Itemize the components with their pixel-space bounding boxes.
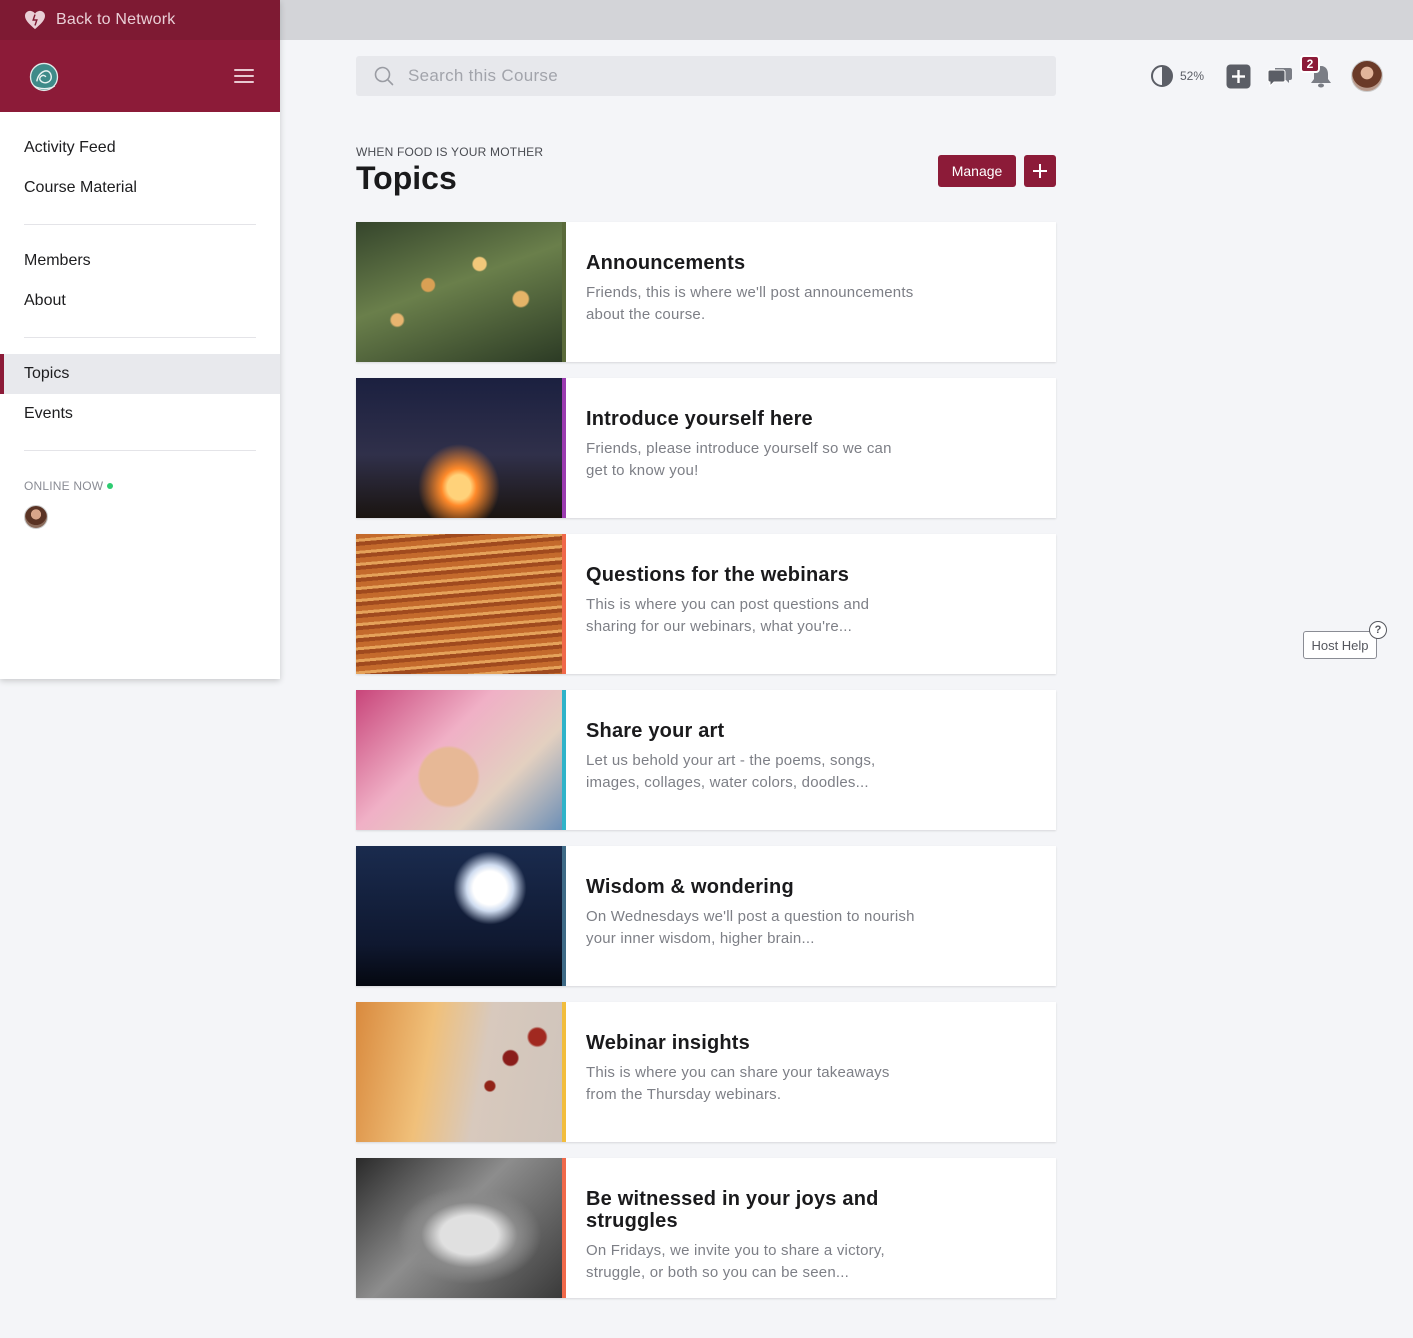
- topic-thumbnail[interactable]: [356, 1002, 566, 1142]
- sidebar-nav: Activity Feed Course Material Members Ab…: [0, 112, 280, 451]
- create-button[interactable]: [1226, 64, 1251, 89]
- nav-group-3: Topics Events: [0, 338, 280, 450]
- topic-card[interactable]: Share your art Let us behold your art - t…: [356, 690, 1056, 830]
- topic-card[interactable]: Be witnessed in your joys and struggles O…: [356, 1158, 1056, 1298]
- online-now-header: ONLINE NOW: [24, 479, 256, 493]
- user-avatar[interactable]: [1351, 60, 1384, 92]
- online-status-dot: [107, 483, 114, 489]
- manage-button[interactable]: Manage: [938, 155, 1016, 187]
- online-now-section: ONLINE NOW: [0, 451, 280, 529]
- topic-title[interactable]: Share your art: [586, 720, 916, 742]
- contrast-icon: [1151, 65, 1173, 87]
- topic-card-body: Be witnessed in your joys and struggles O…: [566, 1158, 936, 1298]
- host-help-button[interactable]: Host Help: [1303, 631, 1377, 659]
- sidebar-item-topics[interactable]: Topics: [0, 354, 280, 394]
- contrast-toggle[interactable]: 52%: [1150, 64, 1204, 88]
- sidebar-item-course-material[interactable]: Course Material: [0, 168, 280, 208]
- course-logo-icon[interactable]: [26, 58, 62, 94]
- topic-card-body: Wisdom & wondering On Wednesdays we'll po…: [566, 846, 936, 986]
- topic-title[interactable]: Wisdom & wondering: [586, 876, 916, 898]
- header-tools: 52% 2: [1150, 55, 1384, 94]
- brand-bar: [0, 40, 280, 112]
- plus-square-icon: [1226, 64, 1251, 88]
- topic-card[interactable]: Introduce yourself here Friends, please i…: [356, 378, 1056, 518]
- sidebar-item-members[interactable]: Members: [0, 241, 280, 281]
- plus-icon: [1033, 164, 1047, 178]
- topic-description: This is where you can post questions and…: [586, 596, 870, 635]
- topic-thumbnail[interactable]: [356, 534, 566, 674]
- topic-card[interactable]: Webinar insights This is where you can sh…: [356, 1002, 1056, 1142]
- topics-list: Announcements Friends, this is where we'l…: [356, 222, 1056, 1314]
- add-topic-button[interactable]: [1024, 155, 1056, 187]
- sidebar-item-about[interactable]: About: [0, 281, 280, 321]
- sidebar-item-events[interactable]: Events: [0, 394, 280, 434]
- menu-line: [234, 75, 254, 77]
- online-member-avatar[interactable]: [24, 505, 48, 529]
- topic-thumbnail[interactable]: [356, 846, 566, 986]
- topic-title[interactable]: Webinar insights: [586, 1032, 916, 1054]
- topic-description: Friends, please introduce yourself so we…: [586, 440, 892, 479]
- messages-button[interactable]: [1267, 64, 1293, 88]
- back-to-network-label: Back to Network: [56, 11, 176, 28]
- topic-card[interactable]: Questions for the webinars This is where …: [356, 534, 1056, 674]
- search-input[interactable]: [408, 66, 1008, 86]
- topic-title[interactable]: Introduce yourself here: [586, 408, 916, 430]
- topic-description: This is where you can share your takeawa…: [586, 1064, 890, 1103]
- topic-thumbnail[interactable]: [356, 222, 566, 362]
- help-question-icon[interactable]: ?: [1369, 621, 1387, 639]
- avatar: [1351, 60, 1384, 92]
- nav-group-2: Members About: [0, 225, 280, 337]
- topic-thumbnail[interactable]: [356, 378, 566, 518]
- topic-card-body: Share your art Let us behold your art - t…: [566, 690, 936, 830]
- topic-description: Friends, this is where we'll post announ…: [586, 284, 914, 323]
- topic-thumbnail[interactable]: [356, 690, 566, 830]
- topic-description: On Fridays, we invite you to share a vic…: [586, 1242, 885, 1281]
- chat-bubbles-icon: [1267, 68, 1293, 88]
- page-title: Topics: [356, 160, 457, 196]
- topic-description: On Wednesdays we'll post a question to n…: [586, 908, 915, 947]
- menu-line: [234, 69, 254, 71]
- topic-description: Let us behold your art - the poems, song…: [586, 752, 876, 791]
- topic-card-body: Announcements Friends, this is where we'l…: [566, 222, 936, 362]
- topic-card-body: Webinar insights This is where you can sh…: [566, 1002, 936, 1142]
- topic-title[interactable]: Be witnessed in your joys and struggles: [586, 1188, 916, 1232]
- search-icon: [374, 66, 394, 86]
- topic-title[interactable]: Questions for the webinars: [586, 564, 916, 586]
- course-name: WHEN FOOD IS YOUR MOTHER: [356, 145, 544, 159]
- topic-card[interactable]: Announcements Friends, this is where we'l…: [356, 222, 1056, 362]
- sidebar: Back to Network Activity Feed Course Mat…: [0, 0, 280, 679]
- topic-thumbnail[interactable]: [356, 1158, 566, 1298]
- topic-card[interactable]: Wisdom & wondering On Wednesdays we'll po…: [356, 846, 1056, 986]
- topic-title[interactable]: Announcements: [586, 252, 916, 274]
- search-bar: [356, 56, 1056, 96]
- contrast-percent: 52%: [1180, 69, 1205, 83]
- back-to-network-link[interactable]: Back to Network: [0, 0, 280, 40]
- menu-line: [234, 81, 254, 83]
- notification-badge: 2: [1300, 55, 1320, 73]
- online-now-label: ONLINE NOW: [24, 479, 104, 493]
- nav-group-1: Activity Feed Course Material: [0, 112, 280, 224]
- topic-card-body: Introduce yourself here Friends, please i…: [566, 378, 936, 518]
- menu-toggle-button[interactable]: [234, 69, 254, 83]
- sidebar-item-activity-feed[interactable]: Activity Feed: [0, 128, 280, 168]
- topic-card-body: Questions for the webinars This is where …: [566, 534, 936, 674]
- heart-network-icon: [25, 10, 45, 30]
